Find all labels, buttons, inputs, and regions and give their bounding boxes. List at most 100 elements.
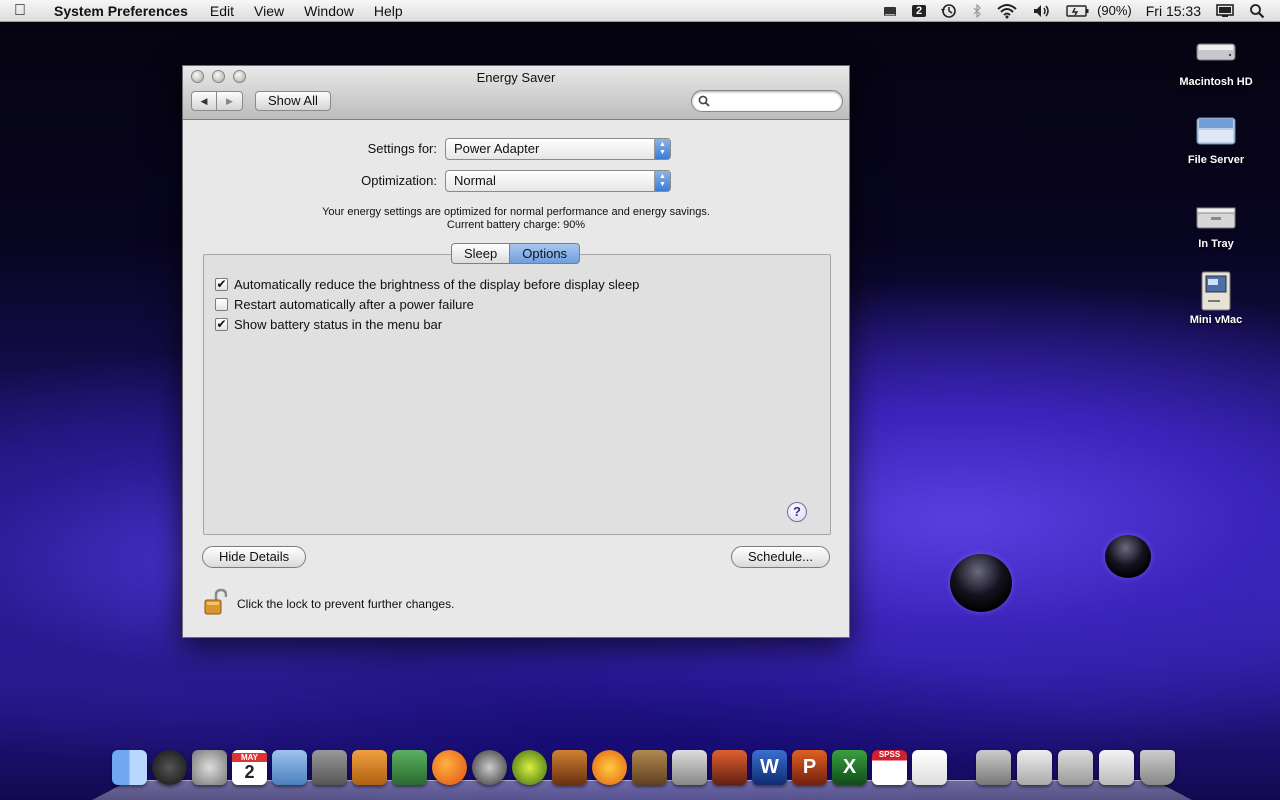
energy-saver-window: Energy Saver ◀ ▶ Show All Settings for: …	[182, 65, 850, 638]
option-reduce-brightness[interactable]: ✔ Automatically reduce the brightness of…	[215, 277, 639, 292]
menu-window[interactable]: Window	[294, 3, 364, 19]
calendar-month: MAY	[232, 752, 267, 762]
wifi-icon[interactable]	[989, 0, 1025, 22]
vlc-icon[interactable]	[592, 750, 627, 785]
hide-details-button[interactable]: Hide Details	[202, 546, 307, 568]
eject-drive-icon[interactable]	[875, 0, 905, 22]
powerpoint-icon[interactable]: P	[792, 750, 827, 785]
option-restart-after-power-failure[interactable]: Restart automatically after a power fail…	[215, 297, 474, 312]
menu-bar:  System Preferences Edit View Window He…	[0, 0, 1280, 22]
checkbox-unchecked[interactable]	[215, 298, 228, 311]
menu-app-name[interactable]: System Preferences	[40, 3, 200, 19]
dock-apps: MAY 2 W P X SPSS	[112, 750, 947, 785]
spaces-number: 2	[911, 4, 927, 17]
desktop-icon-mini-vmac[interactable]: Mini vMac	[1166, 270, 1266, 326]
desktop-icon-file-server[interactable]: File Server	[1166, 112, 1266, 166]
downloads-stack-icon[interactable]	[1058, 750, 1093, 785]
tab-options[interactable]: Options	[510, 243, 581, 264]
trash-icon[interactable]	[1140, 750, 1175, 785]
ical-icon[interactable]: MAY 2	[232, 750, 267, 785]
garageband-icon[interactable]	[552, 750, 587, 785]
utilities-folder-icon[interactable]	[976, 750, 1011, 785]
documents-stack-icon[interactable]	[1017, 750, 1052, 785]
menu-edit[interactable]: Edit	[200, 3, 244, 19]
settings-for-row: Settings for: Power Adapter ▲ ▼	[183, 138, 849, 160]
optimization-popup[interactable]: Normal ▲ ▼	[445, 170, 671, 192]
checkbox-checked[interactable]: ✔	[215, 278, 228, 291]
desktop-icon-label: In Tray	[1198, 238, 1234, 250]
script-editor-icon[interactable]	[312, 750, 347, 785]
apple-menu-icon[interactable]: 	[0, 2, 40, 20]
bluetooth-icon[interactable]	[965, 0, 989, 22]
system-preferences-icon[interactable]	[192, 750, 227, 785]
desktop-icon-macintosh-hd[interactable]: Macintosh HD	[1166, 34, 1266, 88]
tray-icon	[1194, 196, 1238, 232]
server-icon	[1194, 112, 1238, 148]
search-input[interactable]	[714, 93, 834, 109]
lock-row: Click the lock to prevent further change…	[203, 588, 454, 619]
dock: MAY 2 W P X SPSS	[92, 742, 1192, 800]
option-label: Restart automatically after a power fail…	[234, 297, 474, 312]
popup-arrows-icon: ▲ ▼	[654, 171, 670, 191]
unlocked-padlock-icon[interactable]	[203, 588, 228, 619]
info-line-battery: Current battery charge: 90%	[446, 219, 586, 231]
keynote-icon[interactable]	[352, 750, 387, 785]
spss-label: SPSS	[878, 750, 901, 759]
volume-icon[interactable]	[1025, 0, 1059, 22]
spaces-icon[interactable]: 2	[905, 0, 933, 22]
optimization-value: Normal	[454, 173, 496, 188]
option-show-battery-status[interactable]: ✔ Show battery status in the menu bar	[215, 317, 442, 332]
photo-booth-icon[interactable]	[712, 750, 747, 785]
audio-app-icon[interactable]	[512, 750, 547, 785]
menu-help[interactable]: Help	[364, 3, 413, 19]
optimization-label: Optimization:	[361, 173, 437, 188]
spss-icon[interactable]: SPSS	[872, 750, 907, 785]
desktop-icon-label: Macintosh HD	[1179, 76, 1253, 88]
numbers-icon[interactable]	[392, 750, 427, 785]
preview-icon[interactable]	[672, 750, 707, 785]
firefox-icon[interactable]	[432, 750, 467, 785]
forward-button[interactable]: ▶	[217, 91, 243, 111]
display-mirroring-icon[interactable]	[1208, 0, 1242, 22]
battery-percent[interactable]: (90%)	[1097, 0, 1139, 22]
back-forward-control: ◀ ▶	[191, 91, 243, 111]
window-toolbar: Energy Saver ◀ ▶ Show All	[183, 66, 849, 120]
back-button[interactable]: ◀	[191, 91, 217, 111]
itunes-icon[interactable]	[472, 750, 507, 785]
excel-icon[interactable]: X	[832, 750, 867, 785]
window-title: Energy Saver	[476, 70, 556, 85]
desktop-icon-label: File Server	[1187, 154, 1245, 166]
option-label: Show battery status in the menu bar	[234, 317, 443, 332]
checkbox-checked[interactable]: ✔	[215, 318, 228, 331]
firefox-document-icon[interactable]	[1099, 750, 1134, 785]
battery-icon[interactable]	[1059, 0, 1097, 22]
mail-icon[interactable]	[272, 750, 307, 785]
settings-for-value: Power Adapter	[454, 141, 540, 156]
iphoto-icon[interactable]	[632, 750, 667, 785]
schedule-button[interactable]: Schedule...	[730, 546, 830, 568]
settings-for-popup[interactable]: Power Adapter ▲ ▼	[445, 138, 671, 160]
word-letter: W	[760, 756, 779, 778]
time-machine-icon[interactable]	[933, 0, 965, 22]
menu-view[interactable]: View	[244, 3, 294, 19]
optimization-row: Optimization: Normal ▲ ▼	[183, 170, 849, 192]
spotlight-icon[interactable]	[1242, 0, 1272, 22]
excel-letter: X	[842, 756, 857, 778]
show-all-button[interactable]: Show All	[255, 91, 331, 111]
desktop-icon-in-tray[interactable]: In Tray	[1166, 196, 1266, 250]
help-button[interactable]: ?	[787, 502, 807, 522]
finder-icon[interactable]	[112, 750, 147, 785]
word-icon[interactable]: W	[752, 750, 787, 785]
hard-drive-icon	[1194, 34, 1238, 70]
menu-clock[interactable]: Fri 15:33	[1139, 0, 1208, 22]
search-icon	[698, 95, 710, 110]
calendar-day: 2	[244, 761, 255, 782]
dashboard-icon[interactable]	[152, 750, 187, 785]
tab-sleep[interactable]: Sleep	[451, 243, 511, 264]
textedit-icon[interactable]	[912, 750, 947, 785]
settings-for-label: Settings for:	[367, 141, 437, 156]
glass-sphere-decoration	[1105, 535, 1151, 578]
classic-mac-icon	[1194, 270, 1238, 314]
ppt-letter: P	[802, 756, 817, 778]
glass-sphere-decoration	[950, 554, 1012, 612]
